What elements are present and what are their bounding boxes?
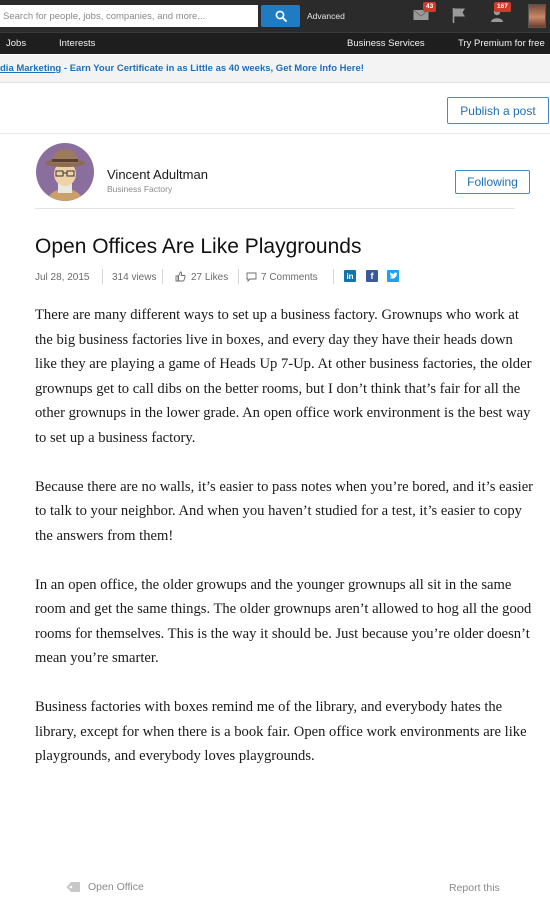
post-title: Open Offices Are Like Playgrounds — [35, 235, 362, 258]
tag-icon — [66, 882, 80, 892]
tag-open-office[interactable]: Open Office — [66, 881, 144, 893]
ad-text[interactable]: Earn Your Certificate in as Little as 40… — [70, 63, 364, 74]
author-portrait — [36, 143, 94, 201]
post-paragraph: There are many different ways to set up … — [35, 307, 532, 446]
linkedin-icon: in — [346, 271, 354, 281]
like-button[interactable] — [175, 271, 186, 284]
connections-badge: 167 — [494, 2, 511, 12]
comment-button[interactable] — [246, 272, 257, 284]
ad-separator: - — [61, 63, 70, 74]
flag-icon — [452, 8, 465, 23]
share-twitter-button[interactable] — [387, 270, 399, 282]
post-likes[interactable]: 27 Likes — [191, 272, 228, 283]
divider — [35, 208, 515, 209]
twitter-icon — [388, 272, 398, 279]
search-input[interactable] — [0, 5, 258, 27]
connections-button[interactable]: 167 — [490, 2, 511, 28]
ad-banner: dia Marketing - Earn Your Certificate in… — [0, 55, 550, 83]
share-facebook-button[interactable]: f — [366, 270, 378, 282]
top-search-bar: Advanced 43 167 — [0, 0, 550, 32]
comment-icon — [246, 272, 257, 283]
thumbs-up-icon — [175, 271, 186, 282]
messages-button[interactable]: 43 — [413, 2, 437, 26]
post-comments[interactable]: 7 Comments — [261, 272, 318, 283]
post-date: Jul 28, 2015 — [35, 272, 90, 283]
messages-badge: 43 — [423, 2, 437, 12]
report-link[interactable]: Report this — [449, 882, 500, 894]
nav-try-premium[interactable]: Try Premium for free — [458, 38, 545, 49]
facebook-icon: f — [370, 271, 374, 281]
meta-divider — [333, 269, 334, 284]
search-icon — [275, 10, 287, 22]
search-button[interactable] — [261, 5, 300, 27]
share-linkedin-button[interactable]: in — [344, 270, 356, 282]
advanced-search-link[interactable]: Advanced — [307, 11, 345, 21]
post-body: There are many different ways to set up … — [35, 303, 535, 793]
post-views: 314 views — [112, 272, 157, 283]
user-avatar[interactable] — [528, 4, 546, 28]
post-paragraph: Business factories with boxes remind me … — [35, 699, 527, 764]
ad-link[interactable]: dia Marketing — [0, 63, 61, 74]
notifications-button[interactable] — [452, 7, 466, 28]
author-avatar[interactable] — [36, 143, 94, 201]
author-name[interactable]: Vincent Adultman — [107, 167, 208, 182]
main-nav: Jobs Interests Business Services Try Pre… — [0, 32, 550, 54]
author-company: Business Factory — [107, 184, 173, 194]
post-paragraph: In an open office, the older growups and… — [35, 576, 532, 667]
following-button[interactable]: Following — [455, 170, 530, 194]
tag-label: Open Office — [88, 881, 144, 893]
nav-interests[interactable]: Interests — [59, 38, 95, 49]
meta-divider — [102, 269, 103, 284]
nav-jobs[interactable]: Jobs — [6, 38, 26, 49]
post-paragraph: Because there are no walls, it’s easier … — [35, 478, 534, 544]
divider — [0, 133, 550, 134]
meta-divider — [162, 269, 163, 284]
nav-business-services[interactable]: Business Services — [347, 38, 425, 49]
meta-divider — [238, 269, 239, 284]
publish-post-button[interactable]: Publish a post — [447, 97, 549, 124]
